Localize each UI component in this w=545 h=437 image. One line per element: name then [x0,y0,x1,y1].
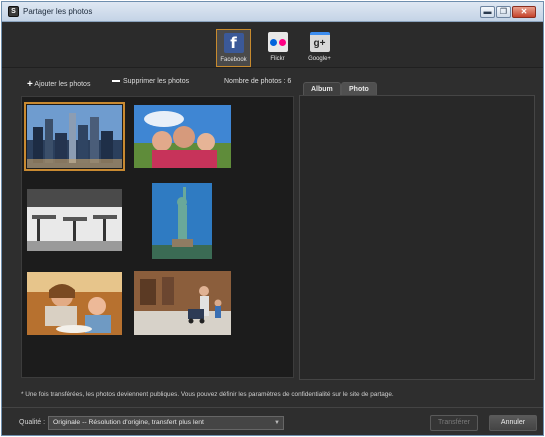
service-selector: f Facebook Flickr g+ Google+ [2,23,543,68]
quality-value: Originale -- Résolution d'origine, trans… [53,419,204,426]
service-label: Flickr [270,56,285,62]
flickr-icon [267,32,288,52]
plus-icon: + [27,79,33,90]
title-bar: S Partager les photos ▬ ❐ ✕ [2,2,543,22]
details-panel [299,95,535,380]
photo-count: Nombre de photos : 6 [224,78,292,85]
add-photos-button[interactable]: + Ajouter les photos [27,78,90,90]
tab-album[interactable]: Album [303,82,341,96]
add-photos-label: Ajouter les photos [34,81,91,88]
service-flickr[interactable]: Flickr [260,29,295,67]
service-label: Google+ [308,56,331,62]
photo-grid [21,96,294,378]
service-google-plus[interactable]: g+ Google+ [302,29,337,67]
app-icon: S [8,6,19,17]
service-label: Facebook [220,57,247,63]
google-plus-icon: g+ [309,32,330,52]
transfer-button[interactable]: Transférer [430,415,478,431]
photo-thumbnail-cafe[interactable] [27,189,122,251]
minimize-button[interactable]: ▬ [480,6,495,18]
maximize-button[interactable]: ❐ [496,6,511,18]
quality-dropdown[interactable]: Originale -- Résolution d'origine, trans… [48,416,284,430]
share-photos-window: S Partager les photos ▬ ❐ ✕ f Facebook F… [1,1,544,436]
photo-thumbnail-family[interactable] [134,105,231,168]
chevron-down-icon: ▼ [274,420,280,426]
remove-photos-button[interactable]: Supprimer les photos [112,78,189,90]
photo-thumbnail-street[interactable] [134,271,231,335]
photo-thumbnail-city[interactable] [24,102,125,171]
quality-label: Qualité : [19,419,46,426]
footer: Qualité : Originale -- Résolution d'orig… [2,407,543,435]
remove-photos-label: Supprimer les photos [123,78,190,85]
photo-thumbnail-liberty[interactable] [152,183,212,259]
cancel-button[interactable]: Annuler [489,415,537,431]
window-title: Partager les photos [23,7,93,16]
privacy-footnote: * Une fois transférées, les photos devie… [21,391,394,398]
facebook-icon: f [223,33,244,53]
close-button[interactable]: ✕ [512,6,536,18]
tab-photo[interactable]: Photo [341,82,377,96]
photo-thumbnail-meal[interactable] [27,272,122,335]
service-facebook[interactable]: f Facebook [216,29,251,67]
minus-icon [112,80,120,83]
